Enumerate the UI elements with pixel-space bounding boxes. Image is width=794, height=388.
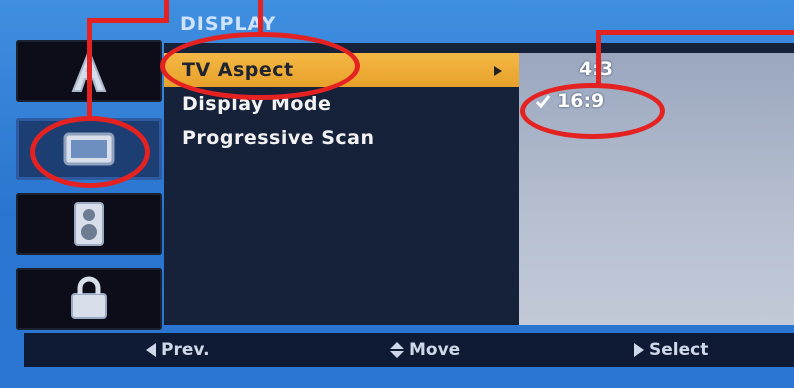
highlight-ellipse-option: [520, 83, 665, 139]
menu-item-progressive-scan[interactable]: Progressive Scan: [164, 121, 522, 155]
callout-line: [258, 0, 263, 32]
callout-line: [164, 0, 169, 23]
callout-line: [596, 30, 794, 35]
callout-line: [87, 18, 169, 23]
menu-item-label: Progressive Scan: [182, 127, 375, 149]
select-label: Select: [649, 340, 709, 360]
sidebar-item-lock[interactable]: [16, 268, 162, 330]
move-label: Move: [409, 340, 461, 360]
triangle-right-icon: [634, 343, 644, 357]
bottom-bar: Prev. Move Select: [24, 333, 794, 367]
up-down-arrow-icon: [390, 342, 404, 358]
highlight-ellipse-sidebar: [30, 116, 150, 188]
screen: DISPLAY TV Aspect Display Mode Progressi…: [0, 0, 794, 388]
arrow-right-icon: [494, 66, 502, 76]
highlight-ellipse-menu: [160, 32, 360, 100]
prev-label: Prev.: [161, 340, 210, 360]
sidebar-item-audio[interactable]: [16, 193, 162, 255]
speaker-icon: [74, 202, 104, 246]
move-hint: Move: [390, 340, 460, 360]
callout-line: [87, 18, 92, 118]
triangle-left-icon: [146, 343, 156, 357]
prev-hint: Prev.: [146, 340, 210, 360]
callout-line: [596, 30, 601, 85]
select-hint: Select: [634, 340, 708, 360]
lock-icon: [71, 276, 107, 319]
